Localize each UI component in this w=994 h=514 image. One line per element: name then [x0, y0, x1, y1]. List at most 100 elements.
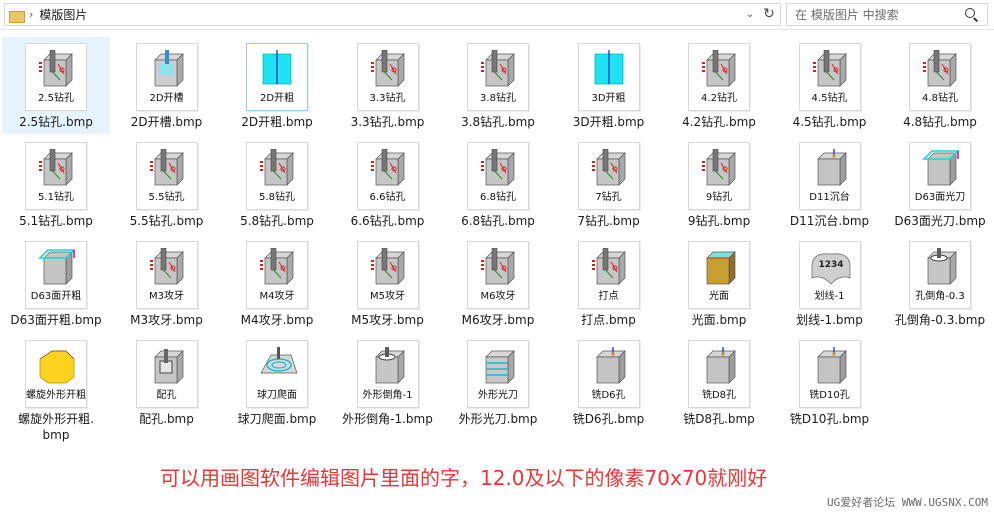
file-thumbnail[interactable]: 铣D10孔: [798, 340, 861, 408]
file-name: 打点.bmp: [581, 313, 636, 327]
file-thumbnail[interactable]: 3.8钻孔: [467, 43, 529, 111]
cad-model-icon: [257, 347, 299, 385]
cad-model-icon: [257, 247, 299, 286]
file-item[interactable]: 铣D6孔铣D6孔.bmp: [555, 334, 663, 431]
file-item[interactable]: 4.2钻孔 4.2钻孔.bmp: [665, 37, 773, 134]
file-name: 划线-1.bmp: [796, 313, 863, 327]
file-thumbnail[interactable]: 外形光刀: [467, 340, 529, 408]
file-thumbnail[interactable]: 5.1钻孔: [25, 142, 87, 210]
breadcrumb-folder[interactable]: 模版图片: [39, 6, 87, 23]
refresh-icon[interactable]: ↻: [760, 6, 778, 23]
file-thumbnail[interactable]: 打点: [577, 241, 640, 309]
file-thumbnail[interactable]: 4.8钻孔: [909, 43, 971, 111]
file-thumbnail[interactable]: 球刀爬面: [246, 340, 308, 408]
file-thumbnail[interactable]: D63面光刀: [909, 142, 971, 210]
file-item[interactable]: 4.5钻孔 4.5钻孔.bmp: [776, 37, 884, 134]
file-thumbnail[interactable]: D11沉台: [798, 142, 861, 210]
file-thumbnail[interactable]: 孔倒角-0.3: [909, 241, 971, 309]
file-item[interactable]: 铣D10孔 铣D10孔.bmp: [776, 334, 884, 431]
thumbnail-caption: 2D开槽: [149, 93, 184, 104]
file-thumbnail[interactable]: 铣D8孔: [688, 340, 750, 408]
file-thumbnail[interactable]: 铣D6孔: [577, 340, 640, 408]
file-thumbnail[interactable]: M3攻牙: [135, 241, 198, 309]
file-item[interactable]: 1234 划线-1 划线-1.bmp: [776, 235, 884, 332]
watermark: UG爱好者论坛 WWW.UGSNX.COM: [827, 496, 988, 509]
file-thumbnail[interactable]: 6.8钻孔: [467, 142, 529, 210]
file-thumbnail[interactable]: M6攻牙: [467, 241, 529, 309]
file-name: 铣D8孔.bmp: [683, 412, 755, 426]
file-item[interactable]: D63面光刀 D63面光刀.bmp: [886, 136, 994, 233]
breadcrumb-separator-icon[interactable]: ›: [29, 8, 33, 21]
file-thumbnail[interactable]: 4.2钻孔: [688, 43, 750, 111]
file-item[interactable]: D11沉台 D11沉台.bmp: [776, 136, 884, 233]
file-item[interactable]: D63面开粗 D63面开粗.bmp: [2, 235, 110, 332]
file-item[interactable]: M5攻牙 M5攻牙.bmp: [334, 235, 442, 332]
file-item[interactable]: 7钻孔 7钻孔.bmp: [555, 136, 663, 233]
search-box[interactable]: 在 模版图片 中搜索: [786, 3, 988, 26]
file-item[interactable]: 配孔 配孔.bmp: [113, 334, 221, 431]
chevron-down-icon[interactable]: ⌄: [742, 6, 758, 23]
file-item[interactable]: 6.8钻孔 6.8钻孔.bmp: [444, 136, 552, 233]
file-item[interactable]: 球刀爬面 球刀爬面.bmp: [223, 334, 331, 431]
file-thumbnail[interactable]: 配孔: [135, 340, 198, 408]
file-name: M6攻牙.bmp: [461, 313, 535, 327]
address-bar[interactable]: › 模版图片 ⌄ ↻: [4, 3, 781, 26]
file-thumbnail[interactable]: M5攻牙: [356, 241, 419, 309]
file-thumbnail[interactable]: 6.6钻孔: [356, 142, 419, 210]
file-thumbnail[interactable]: 2D开槽: [135, 43, 198, 111]
file-item[interactable]: 4.8钻孔 4.8钻孔.bmp: [886, 37, 994, 134]
file-thumbnail[interactable]: D63面开粗: [25, 241, 87, 309]
file-thumbnail[interactable]: 外形倒角-1: [356, 340, 419, 408]
cad-model-icon: [478, 49, 520, 88]
file-item[interactable]: 2D开粗 2D开粗.bmp: [223, 37, 331, 134]
file-thumbnail[interactable]: 螺旋外形开粗: [25, 340, 87, 408]
file-thumbnail[interactable]: 2D开粗: [246, 43, 308, 111]
file-item[interactable]: 2D开槽 2D开槽.bmp: [113, 37, 221, 134]
file-item[interactable]: 9钻孔 9钻孔.bmp: [665, 136, 773, 233]
cad-model-icon: [589, 50, 631, 88]
file-item[interactable]: 3.8钻孔 3.8钻孔.bmp: [444, 37, 552, 134]
cad-model-icon: [920, 49, 962, 88]
file-thumbnail[interactable]: 9钻孔: [688, 142, 750, 210]
file-item[interactable]: 孔倒角-0.3 孔倒角-0.3.bmp: [886, 235, 994, 332]
file-name: 螺旋外形开粗.: [18, 412, 94, 426]
file-name: 3.3钻孔.bmp: [350, 115, 425, 129]
file-item[interactable]: M6攻牙 M6攻牙.bmp: [444, 235, 552, 332]
file-thumbnail[interactable]: 7钻孔: [577, 142, 640, 210]
file-item[interactable]: 铣D8孔铣D8孔.bmp: [665, 334, 773, 431]
thumbnail-caption: 5.5钻孔: [148, 192, 185, 203]
file-item[interactable]: 2.5钻孔 2.5钻孔.bmp: [2, 37, 110, 134]
file-item[interactable]: 外形倒角-1 外形倒角-1.bmp: [334, 334, 442, 431]
thumbnail-caption: 7钻孔: [595, 192, 622, 203]
file-item[interactable]: M4攻牙 M4攻牙.bmp: [223, 235, 331, 332]
file-item[interactable]: 光面 光面.bmp: [665, 235, 773, 332]
file-thumbnail[interactable]: 3D开粗: [577, 43, 640, 111]
cad-model-icon: [920, 149, 962, 187]
thumbnail-caption: 3.3钻孔: [369, 93, 406, 104]
file-item[interactable]: 打点打点.bmp: [555, 235, 663, 332]
cad-model-icon: 1234: [810, 248, 852, 286]
file-thumbnail[interactable]: M4攻牙: [246, 241, 308, 309]
file-thumbnail[interactable]: 3.3钻孔: [356, 43, 419, 111]
file-thumbnail[interactable]: 光面: [688, 241, 750, 309]
file-item[interactable]: 外形光刀 外形光刀.bmp: [444, 334, 552, 431]
search-input[interactable]: 在 模版图片 中搜索: [795, 6, 963, 23]
file-item[interactable]: 5.5钻孔 5.5钻孔.bmp: [113, 136, 221, 233]
file-thumbnail[interactable]: 4.5钻孔: [798, 43, 861, 111]
svg-text:1234: 1234: [818, 260, 843, 270]
file-thumbnail[interactable]: 5.8钻孔: [246, 142, 308, 210]
file-item[interactable]: 3D开粗 3D开粗.bmp: [555, 37, 663, 134]
file-name-continued: bmp: [42, 428, 70, 442]
file-thumbnail[interactable]: 2.5钻孔: [25, 43, 87, 111]
search-icon[interactable]: [963, 6, 981, 24]
file-item[interactable]: 螺旋外形开粗螺旋外形开粗. bmp: [2, 334, 110, 449]
file-item[interactable]: 6.6钻孔 6.6钻孔.bmp: [334, 136, 442, 233]
file-thumbnail[interactable]: 5.5钻孔: [135, 142, 198, 210]
file-item[interactable]: 3.3钻孔 3.3钻孔.bmp: [334, 37, 442, 134]
file-item[interactable]: 5.8钻孔 5.8钻孔.bmp: [223, 136, 331, 233]
file-item[interactable]: M3攻牙 M3攻牙.bmp: [113, 235, 221, 332]
file-item[interactable]: 5.1钻孔 5.1钻孔.bmp: [2, 136, 110, 233]
file-thumbnail[interactable]: 1234 划线-1: [798, 241, 861, 309]
file-name: 铣D6孔.bmp: [572, 412, 645, 426]
file-name: 6.6钻孔.bmp: [350, 214, 425, 228]
